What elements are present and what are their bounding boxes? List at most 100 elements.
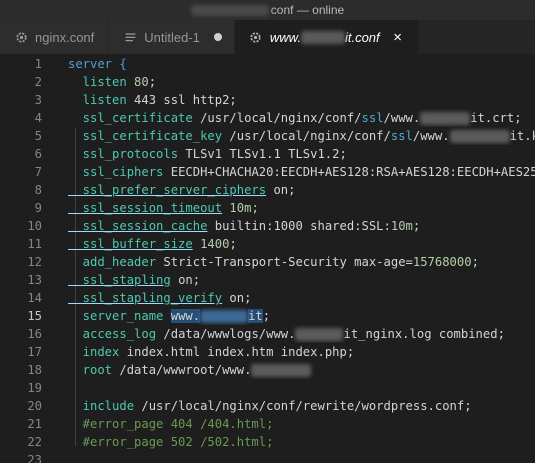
code-text: #error_page 502 /502.html; — [42, 433, 535, 451]
tab-label-suffix: it.conf — [344, 29, 380, 45]
code-text: server_name www. it; — [42, 307, 535, 325]
code-token: /usr/local/nginx/conf/ — [192, 111, 362, 125]
code-text: #error_page 404 /404.html; — [42, 415, 535, 433]
code-line[interactable]: 22 #error_page 502 /502.html; — [0, 433, 535, 451]
code-token: on; — [266, 183, 296, 197]
redacted-text — [449, 130, 510, 143]
code-token: /www. — [383, 111, 421, 125]
tab-www-it-conf[interactable]: www. it.conf × — [234, 20, 419, 54]
code-text: add_header Strict-Transport-Security max… — [42, 253, 535, 271]
code-text: listen 80; — [42, 73, 535, 91]
line-number: 21 — [27, 417, 42, 431]
code-line[interactable]: 18 root /data/wwwroot/www. — [0, 361, 535, 379]
code-token: ; — [412, 219, 421, 233]
code-token: ; — [471, 255, 479, 269]
code-text: ssl_session_timeout 10m; — [42, 199, 535, 217]
code-line[interactable]: 5 ssl_certificate_key /usr/local/nginx/c… — [0, 127, 535, 145]
code-line[interactable]: 6 ssl_protocols TLSv1 TLSv1.1 TLSv1.2; — [0, 145, 535, 163]
code-token: index.html index.htm index.php; — [119, 345, 355, 359]
code-token: ssl_certificate — [68, 111, 193, 125]
tab-untitled-1[interactable]: Untitled-1 — [109, 20, 235, 54]
code-line[interactable]: 12 add_header Strict-Transport-Security … — [0, 253, 535, 271]
line-number: 7 — [34, 165, 42, 179]
code-line[interactable]: 3 listen 443 ssl http2; — [0, 91, 535, 109]
line-number: 2 — [34, 75, 42, 89]
code-token: www. — [170, 309, 201, 323]
code-text: ssl_stapling on; — [42, 271, 535, 289]
code-text: ssl_ciphers EECDH+CHACHA20:EECDH+AES128:… — [42, 163, 535, 181]
code-token: #error_page 502 /502.html; — [68, 435, 274, 449]
line-number: 4 — [34, 111, 42, 125]
code-token: on; — [170, 273, 201, 287]
code-token: 443 ssl http2; — [126, 93, 237, 107]
tab-label: Untitled-1 — [144, 29, 200, 45]
line-number: 11 — [27, 237, 42, 251]
code-line[interactable]: 20 include /usr/local/nginx/conf/rewrite… — [0, 397, 535, 415]
code-token: ssl_prefer_server_ciphers — [68, 183, 267, 197]
code-token: #error_page 404 /404.html; — [68, 417, 274, 431]
code-line[interactable]: 17 index index.html index.htm index.php; — [0, 343, 535, 361]
tab-nginx-conf[interactable]: nginx.conf — [0, 20, 110, 54]
code-token: it.crt; — [470, 111, 522, 125]
line-number: 3 — [34, 93, 42, 107]
code-line[interactable]: 23 — [0, 451, 535, 463]
close-icon[interactable]: × — [392, 29, 404, 46]
title-bar: conf — online — [0, 0, 535, 20]
code-line[interactable]: 11 ssl_buffer_size 1400; — [0, 235, 535, 253]
code-line[interactable]: 19 — [0, 379, 535, 397]
line-number: 8 — [34, 183, 42, 197]
code-line[interactable]: 4 ssl_certificate /usr/local/nginx/conf/… — [0, 109, 535, 127]
code-line[interactable]: 21 #error_page 404 /404.html; — [0, 415, 535, 433]
code-line[interactable]: 1 server { — [0, 55, 535, 73]
unsaved-dot-icon[interactable] — [212, 31, 224, 43]
line-number: 15 — [27, 309, 42, 323]
editor-window: conf — online nginx.conf Untitled-1 www.… — [0, 0, 535, 463]
line-number: 13 — [27, 273, 42, 287]
code-line[interactable]: 10 ssl_session_cache builtin:1000 shared… — [0, 217, 535, 235]
line-number: 12 — [27, 255, 42, 269]
gear-icon — [249, 30, 263, 44]
code-line[interactable]: 16 access_log /data/wwwlogs/www. it_nginx… — [0, 325, 535, 343]
redacted-text — [420, 112, 471, 125]
code-token: ssl_protocols — [68, 147, 179, 161]
code-line[interactable]: 8 ssl_prefer_server_ciphers on; — [0, 181, 535, 199]
code-text: ssl_buffer_size 1400; — [42, 235, 535, 253]
gear-icon — [14, 30, 28, 44]
code-token: ssl_ciphers — [68, 165, 164, 179]
code-token: 15768000 — [412, 255, 472, 269]
code-line[interactable]: 9 ssl_session_timeout 10m; — [0, 199, 535, 217]
line-number: 16 — [27, 327, 42, 341]
code-text: ssl_certificate /usr/local/nginx/conf/ss… — [42, 109, 535, 127]
code-text: ssl_prefer_server_ciphers on; — [42, 181, 535, 199]
tab-label-prefix: www. — [269, 29, 301, 45]
line-number: 9 — [34, 201, 42, 215]
code-token: /usr/local/nginx/conf/ — [222, 129, 391, 143]
code-token: server_name — [68, 309, 164, 323]
line-number: 14 — [27, 291, 42, 305]
code-token: ssl_stapling — [68, 273, 171, 287]
code-text: ssl_protocols TLSv1 TLSv1.1 TLSv1.2; — [42, 145, 535, 163]
redacted-text — [200, 310, 249, 323]
code-line[interactable]: 13 ssl_stapling on; — [0, 271, 535, 289]
code-token: index — [68, 345, 120, 359]
code-token: ; — [262, 309, 271, 323]
code-token: on; — [222, 291, 252, 305]
code-line[interactable]: 14 ssl_stapling_verify on; — [0, 289, 535, 307]
file-lines-icon — [123, 30, 137, 44]
line-number: 17 — [27, 345, 42, 359]
code-text: ssl_session_cache builtin:1000 shared:SS… — [42, 217, 535, 235]
code-token: it.key; — [509, 129, 535, 143]
code-token: server { — [68, 57, 127, 71]
code-token: /www. — [412, 129, 450, 143]
code-token: ; — [148, 75, 157, 89]
code-line[interactable]: 2 listen 80; — [0, 73, 535, 91]
code-line[interactable]: 7 ssl_ciphers EECDH+CHACHA20:EECDH+AES12… — [0, 163, 535, 181]
code-editor[interactable]: 1 server {2 listen 80; 3 listen 443 ssl ht… — [0, 55, 535, 463]
code-line[interactable]: 15 server_name www. it; — [0, 307, 535, 325]
code-token: ssl_stapling_verify — [68, 291, 223, 305]
code-token: ssl_session_cache — [68, 219, 208, 233]
code-token: add_header — [68, 255, 157, 269]
